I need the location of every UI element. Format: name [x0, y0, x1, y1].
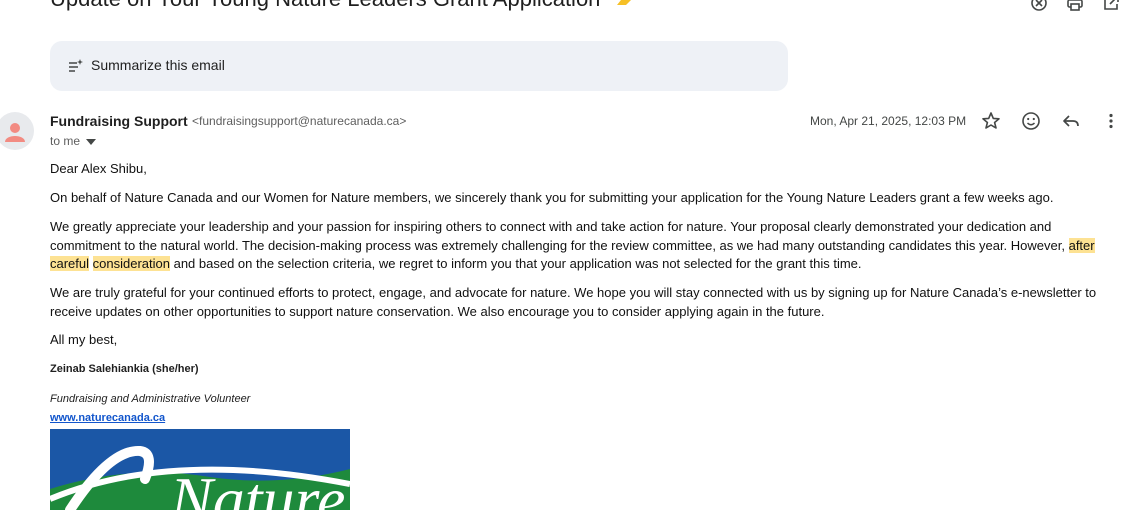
person-icon	[5, 123, 25, 142]
paragraph-2-text-b: and based on the selection criteria, we …	[169, 256, 862, 271]
importance-marker-icon[interactable]	[616, 0, 632, 6]
paragraph-2: We greatly appreciate your leadership an…	[50, 218, 1125, 274]
highlight-term: consideration	[92, 256, 170, 271]
open-in-new-icon[interactable]	[1102, 0, 1120, 12]
email-date: Mon, Apr 21, 2025, 12:03 PM	[810, 114, 967, 128]
sender-email: <fundraisingsupport@naturecanada.ca>	[192, 114, 407, 128]
signature-name: Zeinab Salehiankia (she/her)	[50, 363, 199, 375]
greeting: Dear Alex Shibu,	[50, 161, 147, 176]
paragraph-1: On behalf of Nature Canada and our Women…	[50, 190, 1054, 205]
nature-canada-logo: Nature	[50, 429, 350, 510]
website-link[interactable]: www.naturecanada.ca	[50, 412, 165, 424]
logo-graphic: Nature	[50, 429, 350, 510]
summarize-email-button[interactable]: Summarize this email	[50, 41, 788, 91]
logo-wordmark: Nature	[169, 464, 345, 510]
highlight-term: after	[1068, 237, 1095, 253]
summarize-label: Summarize this email	[91, 57, 225, 73]
paragraph-2-text-a: We greatly appreciate your leadership an…	[50, 219, 1069, 253]
closing: All my best,	[50, 332, 118, 347]
summarize-icon	[69, 59, 83, 72]
close-icon[interactable]	[1030, 0, 1048, 12]
print-icon[interactable]	[1066, 0, 1084, 12]
paragraph-3: We are truly grateful for your continued…	[50, 285, 1097, 319]
chevron-down-icon[interactable]	[86, 139, 96, 145]
recipients-label: to me	[50, 134, 81, 148]
sender-name[interactable]: Fundraising Support	[50, 113, 188, 129]
more-vert-icon[interactable]	[1101, 111, 1121, 131]
star-icon[interactable]	[981, 111, 1001, 131]
avatar[interactable]	[0, 112, 34, 150]
emoji-icon[interactable]	[1021, 111, 1041, 131]
reply-icon[interactable]	[1061, 111, 1081, 131]
highlight-term: careful	[50, 256, 90, 271]
email-subject: Update on Your Young Nature Leaders Gran…	[50, 0, 600, 12]
signature-role: Fundraising and Administrative Volunteer	[50, 393, 251, 405]
